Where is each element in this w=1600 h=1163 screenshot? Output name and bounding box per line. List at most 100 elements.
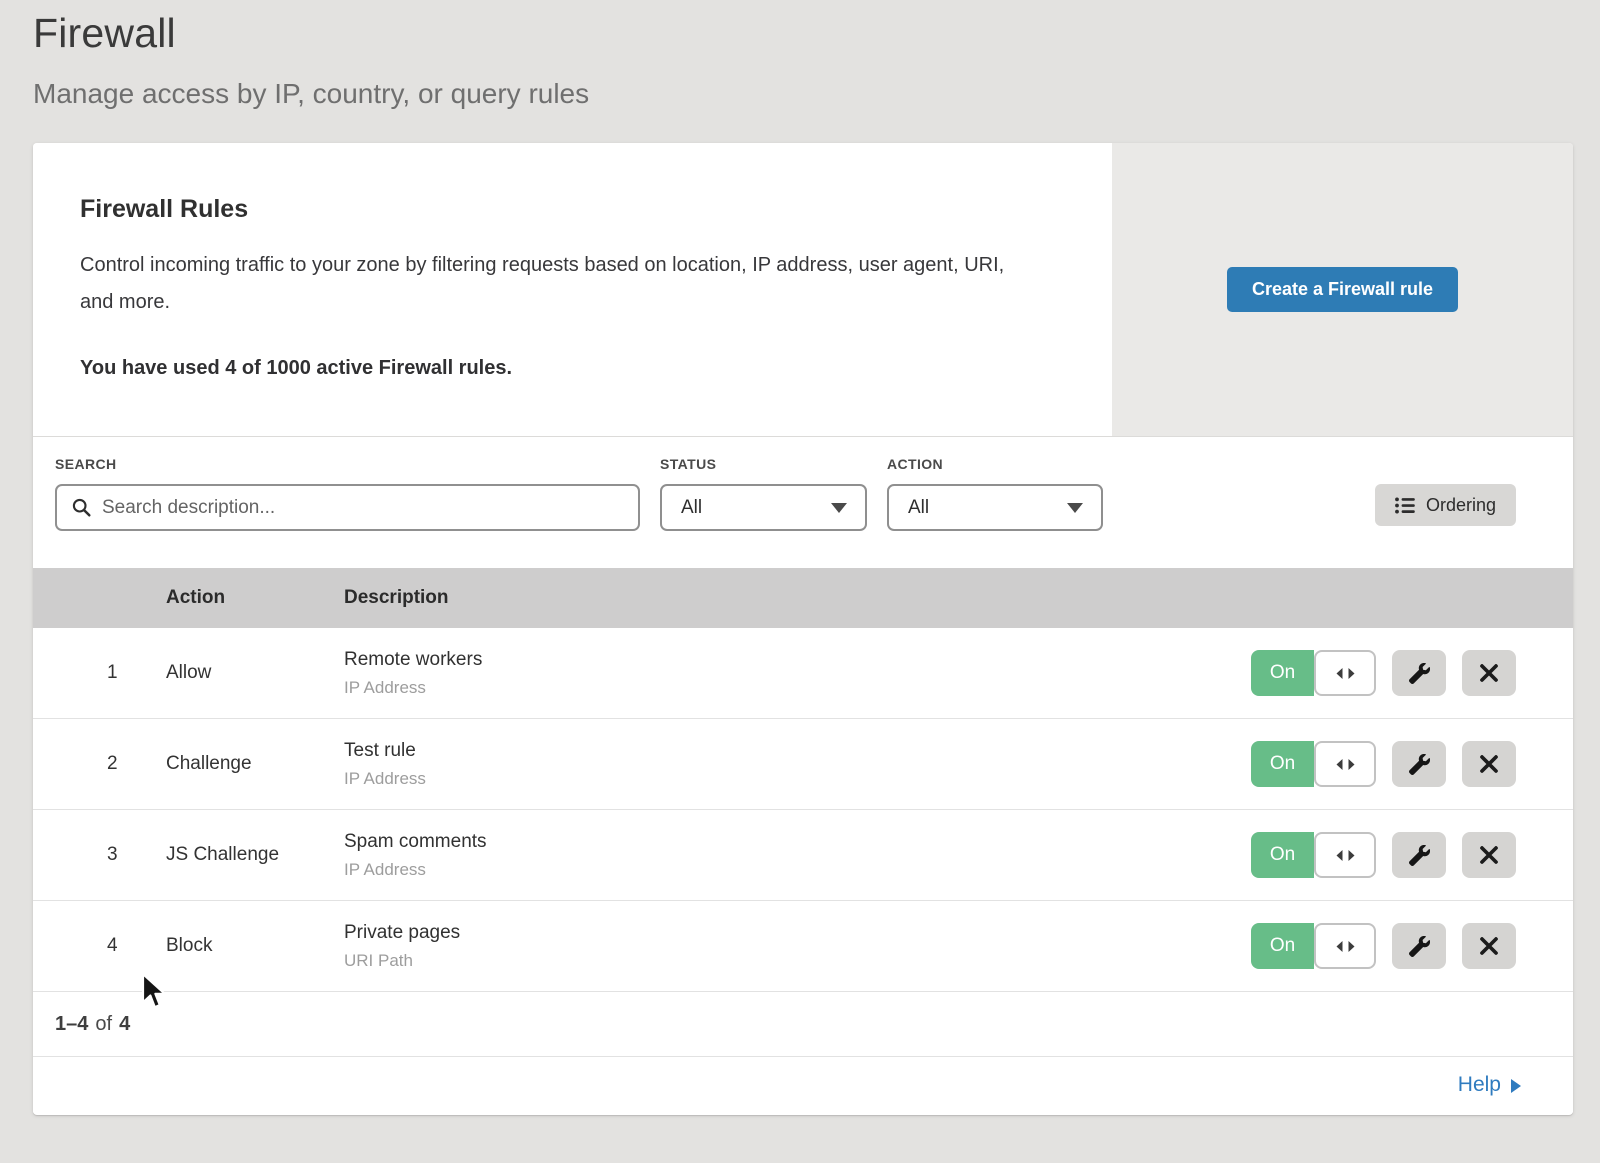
wrench-icon: [1409, 663, 1430, 684]
firewall-page: Firewall Manage access by IP, country, o…: [0, 0, 1600, 1163]
edit-rule-button[interactable]: [1392, 741, 1446, 787]
rule-match-type: URI Path: [344, 951, 1251, 971]
chevron-down-icon: [831, 503, 847, 513]
overview-action-panel: Create a Firewall rule: [1112, 143, 1573, 436]
firewall-rules-card: Firewall Rules Control incoming traffic …: [33, 143, 1573, 1115]
left-right-arrows-icon: [1335, 667, 1356, 680]
ordering-label: Ordering: [1426, 495, 1496, 516]
rule-match-type: IP Address: [344, 678, 1251, 698]
pagination-range: 1–4: [55, 1013, 88, 1036]
rule-action: Allow: [166, 662, 344, 684]
wrench-icon: [1409, 936, 1430, 957]
help-link[interactable]: Help: [1458, 1073, 1521, 1097]
rule-enabled-toggle[interactable]: On: [1251, 923, 1376, 969]
rule-action: JS Challenge: [166, 844, 344, 866]
table-header: Action Description: [33, 568, 1573, 628]
rule-priority: 3: [33, 844, 166, 866]
left-right-arrows-icon: [1335, 940, 1356, 953]
x-icon: [1479, 663, 1499, 683]
rule-controls: On: [1251, 741, 1573, 787]
toggle-state-label: On: [1251, 923, 1314, 969]
pagination: 1–4 of 4: [33, 992, 1573, 1056]
left-right-arrows-icon: [1335, 849, 1356, 862]
usage-summary: You have used 4 of 1000 active Firewall …: [80, 357, 1072, 380]
ordering-button[interactable]: Ordering: [1375, 484, 1516, 526]
search-box: [55, 484, 640, 531]
pagination-total: 4: [119, 1013, 130, 1036]
rule-row: 4 Block Private pages URI Path On: [33, 901, 1573, 992]
rule-controls: On: [1251, 832, 1573, 878]
action-select[interactable]: All: [887, 484, 1103, 531]
column-header-description: Description: [344, 587, 1573, 609]
x-icon: [1479, 845, 1499, 865]
chevron-down-icon: [1067, 503, 1083, 513]
rule-description: Remote workers: [344, 649, 1251, 671]
help-bar: Help: [33, 1056, 1573, 1113]
wrench-icon: [1409, 845, 1430, 866]
page-title: Firewall: [33, 10, 1600, 57]
delete-rule-button[interactable]: [1462, 741, 1516, 787]
rule-row: 3 JS Challenge Spam comments IP Address …: [33, 810, 1573, 901]
help-label: Help: [1458, 1073, 1501, 1097]
rule-row: 1 Allow Remote workers IP Address On: [33, 628, 1573, 719]
status-filter-group: STATUS All: [660, 456, 867, 531]
search-label: SEARCH: [55, 456, 640, 472]
search-input[interactable]: [55, 484, 640, 531]
page-subtitle: Manage access by IP, country, or query r…: [33, 78, 1600, 110]
section-description: Control incoming traffic to your zone by…: [80, 247, 1040, 321]
rule-action: Block: [166, 935, 344, 957]
toggle-handle[interactable]: [1314, 832, 1376, 878]
toggle-handle[interactable]: [1314, 741, 1376, 787]
page-header: Firewall Manage access by IP, country, o…: [0, 0, 1600, 110]
left-right-arrows-icon: [1335, 758, 1356, 771]
toggle-handle[interactable]: [1314, 923, 1376, 969]
rule-match-type: IP Address: [344, 769, 1251, 789]
toggle-handle[interactable]: [1314, 650, 1376, 696]
rule-row: 2 Challenge Test rule IP Address On: [33, 719, 1573, 810]
rule-enabled-toggle[interactable]: On: [1251, 832, 1376, 878]
mouse-cursor: [140, 972, 168, 1010]
toggle-state-label: On: [1251, 650, 1314, 696]
rule-description-cell: Remote workers IP Address: [344, 649, 1251, 698]
x-icon: [1479, 936, 1499, 956]
rule-description: Private pages: [344, 922, 1251, 944]
right-triangle-icon: [1511, 1079, 1521, 1093]
rule-controls: On: [1251, 650, 1573, 696]
toggle-state-label: On: [1251, 741, 1314, 787]
section-heading: Firewall Rules: [80, 195, 1072, 224]
filters-bar: SEARCH STATUS All ACTION: [33, 437, 1573, 568]
rule-enabled-toggle[interactable]: On: [1251, 741, 1376, 787]
delete-rule-button[interactable]: [1462, 923, 1516, 969]
pagination-of: of: [95, 1013, 112, 1036]
search-icon: [71, 497, 92, 518]
rule-enabled-toggle[interactable]: On: [1251, 650, 1376, 696]
rule-priority: 2: [33, 753, 166, 775]
edit-rule-button[interactable]: [1392, 650, 1446, 696]
delete-rule-button[interactable]: [1462, 650, 1516, 696]
delete-rule-button[interactable]: [1462, 832, 1516, 878]
edit-rule-button[interactable]: [1392, 832, 1446, 878]
column-header-action: Action: [166, 587, 344, 609]
overview-section: Firewall Rules Control incoming traffic …: [33, 143, 1573, 437]
action-label: ACTION: [887, 456, 1103, 472]
overview-text: Firewall Rules Control incoming traffic …: [33, 143, 1112, 436]
rule-match-type: IP Address: [344, 860, 1251, 880]
rule-description-cell: Test rule IP Address: [344, 740, 1251, 789]
ordering-icon: [1395, 497, 1415, 514]
rule-priority: 1: [33, 662, 166, 684]
status-label: STATUS: [660, 456, 867, 472]
rule-description: Test rule: [344, 740, 1251, 762]
edit-rule-button[interactable]: [1392, 923, 1446, 969]
toggle-state-label: On: [1251, 832, 1314, 878]
rule-description: Spam comments: [344, 831, 1251, 853]
action-selected-value: All: [908, 497, 929, 519]
status-select[interactable]: All: [660, 484, 867, 531]
wrench-icon: [1409, 754, 1430, 775]
create-firewall-rule-button[interactable]: Create a Firewall rule: [1227, 267, 1458, 312]
x-icon: [1479, 754, 1499, 774]
search-group: SEARCH: [55, 456, 640, 531]
rule-priority: 4: [33, 935, 166, 957]
rule-controls: On: [1251, 923, 1573, 969]
action-filter-group: ACTION All: [887, 456, 1103, 531]
rule-description-cell: Spam comments IP Address: [344, 831, 1251, 880]
